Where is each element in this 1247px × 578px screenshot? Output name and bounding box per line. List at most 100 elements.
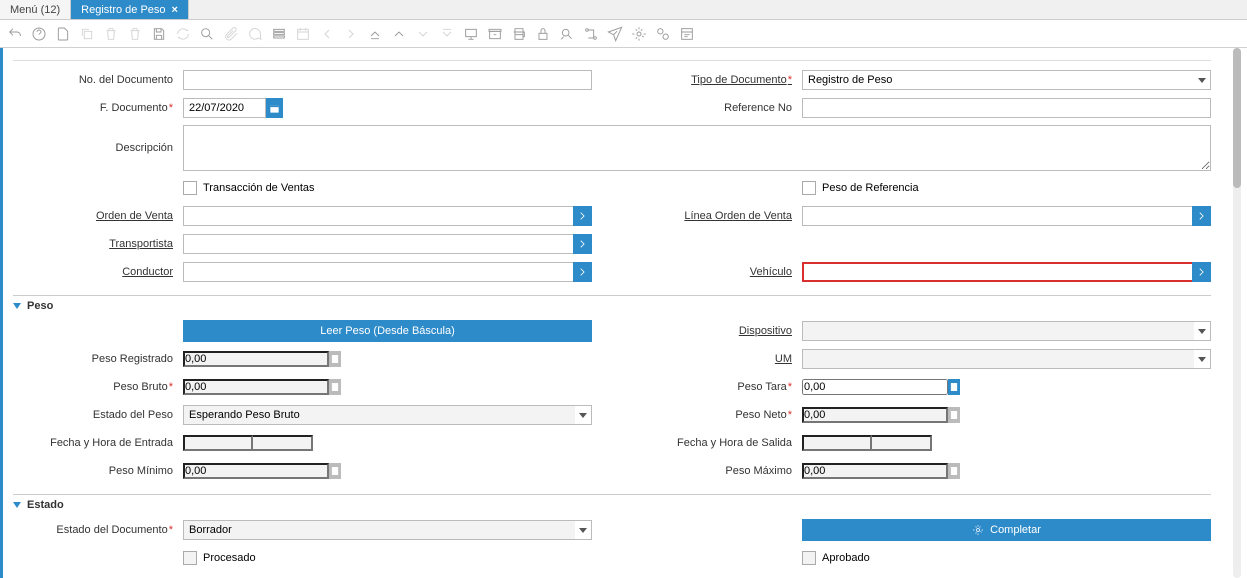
- chevron-down-icon[interactable]: [1194, 70, 1211, 90]
- lock-icon[interactable]: [534, 25, 552, 43]
- chevron-down-icon[interactable]: [575, 520, 592, 540]
- undo-icon[interactable]: [6, 25, 24, 43]
- chevron-down-icon[interactable]: [1194, 321, 1211, 341]
- attach-icon[interactable]: [222, 25, 240, 43]
- chevron-down-icon[interactable]: [575, 405, 592, 425]
- trans-ventas-checkbox[interactable]: [183, 181, 197, 195]
- dispositivo-label[interactable]: Dispositivo: [632, 325, 802, 337]
- archive-icon[interactable]: [486, 25, 504, 43]
- chevron-down-icon[interactable]: [1194, 349, 1211, 369]
- desc-textarea[interactable]: [183, 125, 1211, 171]
- process-icon[interactable]: [654, 25, 672, 43]
- doc-type-select[interactable]: [802, 70, 1194, 90]
- down-icon[interactable]: [414, 25, 432, 43]
- grid-toggle-icon[interactable]: [270, 25, 288, 43]
- workflow-icon[interactable]: [582, 25, 600, 43]
- vehiculo-input[interactable]: [802, 262, 1192, 282]
- peso-tara-label: Peso Tara: [632, 381, 802, 393]
- section-peso-header[interactable]: Peso: [13, 300, 1211, 312]
- print-icon[interactable]: [510, 25, 528, 43]
- transportista-label[interactable]: Transportista: [13, 238, 183, 250]
- delete-all-icon[interactable]: [126, 25, 144, 43]
- linea-orden-input[interactable]: [802, 206, 1192, 226]
- quick-info-icon[interactable]: [678, 25, 696, 43]
- estado-doc-label: Estado del Documento: [13, 524, 183, 536]
- peso-min-label: Peso Mínimo: [13, 465, 183, 477]
- procesado-checkbox: [183, 551, 197, 565]
- section-estado-header[interactable]: Estado: [13, 499, 1211, 511]
- close-icon[interactable]: ×: [172, 4, 178, 16]
- new-icon[interactable]: [54, 25, 72, 43]
- calculator-icon[interactable]: [329, 351, 341, 367]
- um-label[interactable]: UM: [632, 353, 802, 365]
- peso-reg-input: [183, 351, 329, 367]
- ref-no-input[interactable]: [802, 98, 1211, 118]
- conductor-label[interactable]: Conductor: [13, 266, 183, 278]
- fecha-entrada-date: [183, 435, 253, 451]
- calculator-icon[interactable]: [948, 463, 960, 479]
- doc-date-input[interactable]: [183, 98, 266, 118]
- search-icon[interactable]: [198, 25, 216, 43]
- tab-registro-peso[interactable]: Registro de Peso ×: [71, 0, 189, 19]
- zoom-across-icon[interactable]: [558, 25, 576, 43]
- refresh-icon[interactable]: [174, 25, 192, 43]
- calendar-icon[interactable]: [294, 25, 312, 43]
- chat-icon[interactable]: [246, 25, 264, 43]
- nav-prev-icon[interactable]: [318, 25, 336, 43]
- save-icon[interactable]: [150, 25, 168, 43]
- toolbar: [0, 20, 1247, 48]
- section-estado-label: Estado: [27, 499, 64, 511]
- detail-icon[interactable]: [390, 25, 408, 43]
- orden-venta-label[interactable]: Orden de Venta: [13, 210, 183, 222]
- calculator-icon[interactable]: [948, 407, 960, 423]
- peso-min-input: [183, 463, 329, 479]
- scroll-thumb[interactable]: [1233, 48, 1241, 188]
- um-select[interactable]: [802, 349, 1194, 369]
- lookup-icon[interactable]: [573, 262, 592, 282]
- calculator-icon[interactable]: [948, 379, 960, 395]
- peso-tara-input[interactable]: [802, 379, 948, 395]
- scrollbar[interactable]: [1233, 48, 1241, 578]
- copy-icon[interactable]: [78, 25, 96, 43]
- doc-no-input[interactable]: [183, 70, 592, 90]
- lookup-icon[interactable]: [1192, 262, 1211, 282]
- help-icon[interactable]: [30, 25, 48, 43]
- tab-menu[interactable]: Menú (12): [0, 0, 71, 19]
- nav-next-icon[interactable]: [342, 25, 360, 43]
- completar-button[interactable]: Completar: [802, 519, 1211, 541]
- peso-ref-checkbox[interactable]: [802, 181, 816, 195]
- peso-bruto-input: [183, 379, 329, 395]
- aprobado-checkbox: [802, 551, 816, 565]
- peso-ref-label: Peso de Referencia: [822, 182, 919, 194]
- gear-icon[interactable]: [630, 25, 648, 43]
- lookup-icon[interactable]: [573, 206, 592, 226]
- calendar-icon[interactable]: [266, 98, 283, 118]
- doc-type-label[interactable]: Tipo de Documento: [632, 74, 802, 86]
- transportista-input[interactable]: [183, 234, 573, 254]
- parent-icon[interactable]: [366, 25, 384, 43]
- aprobado-label: Aprobado: [822, 552, 870, 564]
- desc-label: Descripción: [13, 142, 183, 154]
- peso-neto-label: Peso Neto: [632, 409, 802, 421]
- lookup-icon[interactable]: [1192, 206, 1211, 226]
- calculator-icon[interactable]: [329, 379, 341, 395]
- linea-orden-label[interactable]: Línea Orden de Venta: [632, 210, 802, 222]
- doc-date-label: F. Documento: [13, 102, 183, 114]
- estado-peso-select[interactable]: [183, 405, 575, 425]
- peso-reg-label: Peso Registrado: [13, 353, 183, 365]
- tab-registro-label: Registro de Peso: [81, 4, 165, 16]
- collapse-icon: [13, 502, 21, 508]
- down-bar-icon[interactable]: [438, 25, 456, 43]
- report-icon[interactable]: [462, 25, 480, 43]
- lookup-icon[interactable]: [573, 234, 592, 254]
- estado-doc-select[interactable]: [183, 520, 575, 540]
- request-icon[interactable]: [606, 25, 624, 43]
- trans-ventas-label: Transacción de Ventas: [203, 182, 315, 194]
- dispositivo-select[interactable]: [802, 321, 1194, 341]
- orden-venta-input[interactable]: [183, 206, 573, 226]
- vehiculo-label[interactable]: Vehículo: [632, 266, 802, 278]
- conductor-input[interactable]: [183, 262, 573, 282]
- calculator-icon[interactable]: [329, 463, 341, 479]
- delete-icon[interactable]: [102, 25, 120, 43]
- leer-peso-button[interactable]: Leer Peso (Desde Báscula): [183, 320, 592, 342]
